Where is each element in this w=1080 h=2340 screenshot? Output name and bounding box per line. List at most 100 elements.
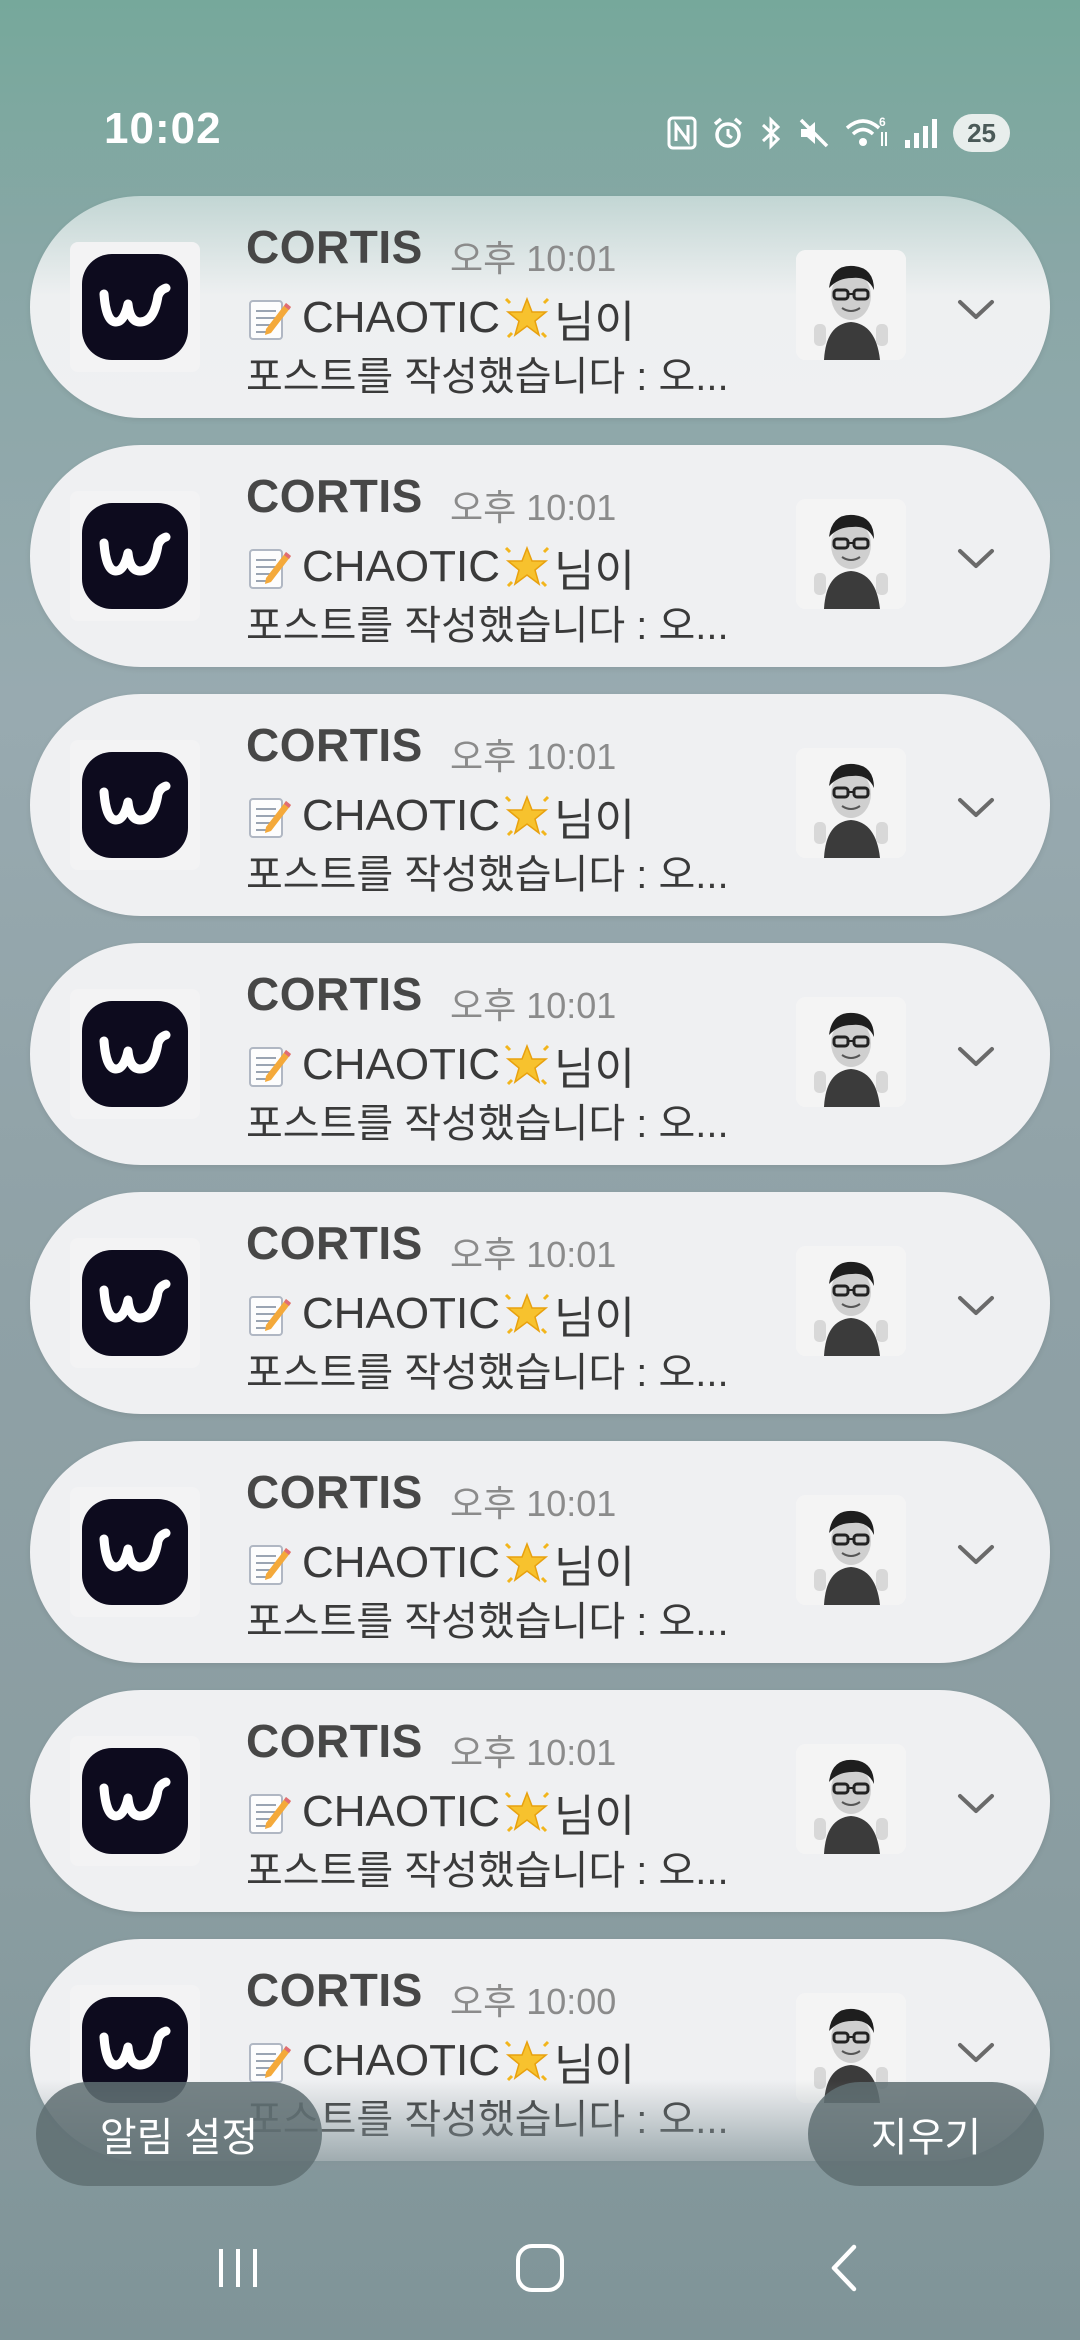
notification-time: 오후 10:01 [450,736,617,777]
notification-title: CHAOTIC 님이 [246,1282,635,1346]
notification-body: 포스트를 작성했습니다 : 오... [246,1849,729,1893]
notification-time: 오후 10:01 [450,1234,617,1275]
notification-card[interactable]: CORTIS 오후 10:01 CHAOTIC 님이 포스트를 작성했습니다 :… [30,694,1050,916]
back-button[interactable] [784,2220,904,2320]
notification-body: 포스트를 작성했습니다 : 오... [246,1600,729,1644]
memo-icon [246,793,292,839]
notification-card[interactable]: CORTIS 오후 10:01 CHAOTIC 님이 포스트를 작성했습니다 :… [30,943,1050,1165]
app-icon-container [70,989,200,1119]
notification-time: 오후 10:01 [450,487,617,528]
sender-avatar [796,997,906,1107]
sender-avatar [796,1495,906,1605]
memo-icon [246,1042,292,1088]
notification-title-prefix: CHAOTIC [302,2036,500,2085]
weverse-app-icon [82,1250,188,1356]
notification-title: CHAOTIC 님이 [246,1780,635,1844]
back-icon [826,2241,862,2300]
glowing-star-icon [502,1538,552,1588]
notification-time: 오후 10:01 [450,1732,617,1773]
notification-title-suffix: 님이 [554,1543,635,1592]
expand-chevron-down-icon[interactable] [948,1278,1004,1334]
notification-title-suffix: 님이 [554,796,635,845]
recent-apps-button[interactable] [178,2220,298,2320]
expand-chevron-down-icon[interactable] [948,1776,1004,1832]
notification-time: 오후 10:01 [450,238,617,279]
notification-body: 포스트를 작성했습니다 : 오... [246,604,729,648]
app-icon-container [70,491,200,621]
notification-title-suffix: 님이 [554,1792,635,1841]
app-icon-container [70,1238,200,1368]
notification-app-name: CORTIS [246,470,423,522]
notification-time: 오후 10:01 [450,1483,617,1524]
notification-title: CHAOTIC 님이 [246,286,635,350]
glowing-star-icon [502,1787,552,1837]
expand-chevron-down-icon[interactable] [948,282,1004,338]
notification-time: 오후 10:01 [450,985,617,1026]
expand-chevron-down-icon[interactable] [948,1527,1004,1583]
notification-title-suffix: 님이 [554,1294,635,1343]
sender-avatar [796,1246,906,1356]
expand-chevron-down-icon[interactable] [948,531,1004,587]
notification-title-prefix: CHAOTIC [302,542,500,591]
notification-app-name: CORTIS [246,221,423,273]
notification-title: CHAOTIC 님이 [246,1531,635,1595]
clear-all-button[interactable]: 지우기 [808,2082,1044,2186]
notification-body: 포스트를 작성했습니다 : 오... [246,1102,729,1146]
notification-title-prefix: CHAOTIC [302,1787,500,1836]
notification-app-name: CORTIS [246,1964,423,2016]
notification-body: 포스트를 작성했습니다 : 오... [246,853,729,897]
notification-title: CHAOTIC 님이 [246,535,635,599]
navigation-bar [0,2190,1080,2340]
notification-card[interactable]: CORTIS 오후 10:01 CHAOTIC 님이 포스트를 작성했습니다 :… [30,1690,1050,1912]
weverse-app-icon [82,1499,188,1605]
memo-icon [246,1789,292,1835]
expand-chevron-down-icon[interactable] [948,1029,1004,1085]
weverse-app-icon [82,752,188,858]
sender-avatar [796,250,906,360]
notification-app-name: CORTIS [246,968,423,1020]
glowing-star-icon [502,791,552,841]
notification-app-name: CORTIS [246,1715,423,1767]
weverse-app-icon [82,503,188,609]
home-button[interactable] [480,2220,600,2320]
memo-icon [246,544,292,590]
notification-card[interactable]: CORTIS 오후 10:01 CHAOTIC 님이 포스트를 작성했습니다 :… [30,196,1050,418]
sender-avatar [796,748,906,858]
notification-app-name: CORTIS [246,1217,423,1269]
app-icon-container [70,740,200,870]
recent-apps-icon [213,2245,263,2296]
sender-avatar [796,1744,906,1854]
notification-list: CORTIS 오후 10:01 CHAOTIC 님이 포스트를 작성했습니다 :… [0,0,1080,2340]
notification-body: 포스트를 작성했습니다 : 오... [246,1351,729,1395]
notification-card[interactable]: CORTIS 오후 10:01 CHAOTIC 님이 포스트를 작성했습니다 :… [30,1441,1050,1663]
app-icon-container [70,1487,200,1617]
notification-card[interactable]: CORTIS 오후 10:01 CHAOTIC 님이 포스트를 작성했습니다 :… [30,445,1050,667]
glowing-star-icon [502,293,552,343]
weverse-app-icon [82,1748,188,1854]
notification-title-prefix: CHAOTIC [302,1289,500,1338]
notification-time: 오후 10:00 [450,1981,617,2022]
notification-body: 포스트를 작성했습니다 : 오... [246,355,729,399]
home-icon [514,2242,566,2299]
memo-icon [246,1291,292,1337]
notification-title: CHAOTIC 님이 [246,1033,635,1097]
memo-icon [246,2038,292,2084]
notification-card[interactable]: CORTIS 오후 10:01 CHAOTIC 님이 포스트를 작성했습니다 :… [30,1192,1050,1414]
app-icon-container [70,1736,200,1866]
notification-title-suffix: 님이 [554,547,635,596]
memo-icon [246,1540,292,1586]
app-icon-container [70,242,200,372]
notification-settings-button[interactable]: 알림 설정 [36,2082,322,2186]
notification-title-suffix: 님이 [554,1045,635,1094]
glowing-star-icon [502,1040,552,1090]
expand-chevron-down-icon[interactable] [948,2025,1004,2081]
notification-title-prefix: CHAOTIC [302,1538,500,1587]
expand-chevron-down-icon[interactable] [948,780,1004,836]
notification-title-prefix: CHAOTIC [302,1040,500,1089]
glowing-star-icon [502,542,552,592]
notification-title: CHAOTIC 님이 [246,784,635,848]
memo-icon [246,295,292,341]
sender-avatar [796,499,906,609]
notification-app-name: CORTIS [246,719,423,771]
weverse-app-icon [82,1001,188,1107]
